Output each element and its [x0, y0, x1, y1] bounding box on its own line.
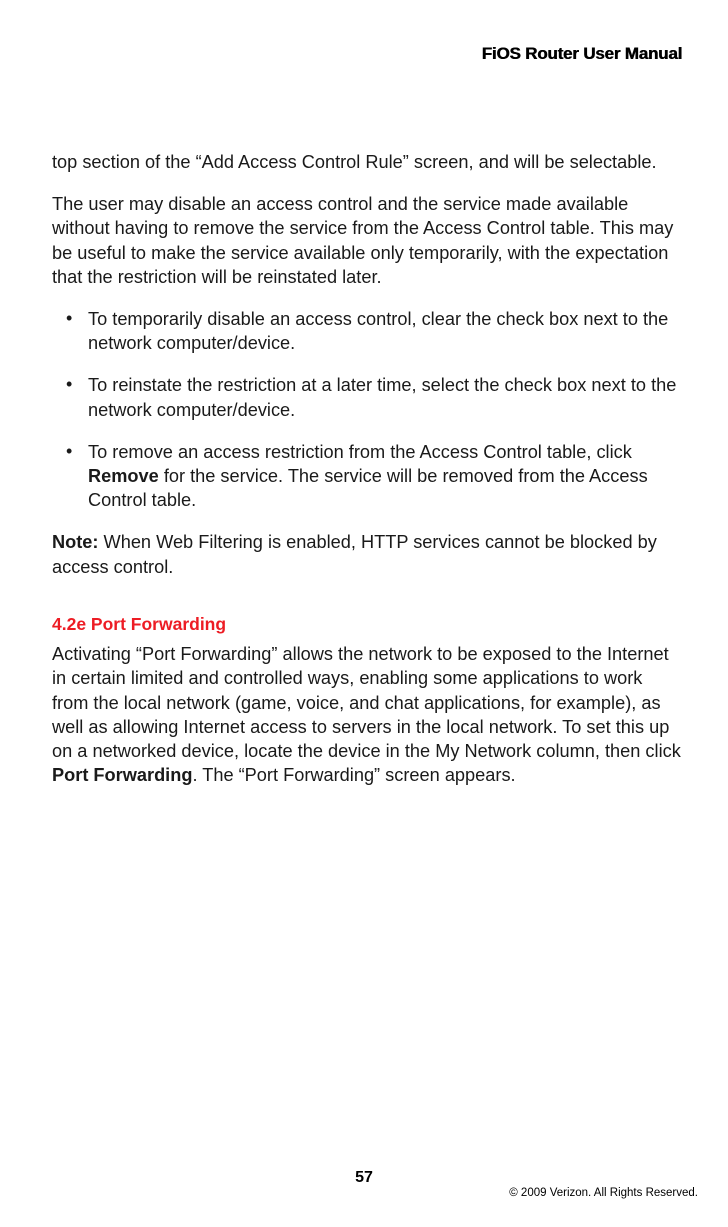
- continuation-paragraph: top section of the “Add Access Control R…: [52, 150, 682, 174]
- section-pre-text: Activating “Port Forwarding” allows the …: [52, 644, 681, 761]
- section-paragraph: Activating “Port Forwarding” allows the …: [52, 642, 682, 787]
- bullet-3-post-text: for the service. The service will be rem…: [88, 466, 648, 510]
- document-body: top section of the “Add Access Control R…: [52, 150, 682, 787]
- bullet-item-3: To remove an access restriction from the…: [52, 440, 682, 513]
- section-heading: 4.2e Port Forwarding: [52, 613, 682, 636]
- bullet-item-1: To temporarily disable an access control…: [52, 307, 682, 355]
- note-paragraph: Note: When Web Filtering is enabled, HTT…: [52, 530, 682, 578]
- bullet-3-pre-text: To remove an access restriction from the…: [88, 442, 632, 462]
- note-label: Note:: [52, 532, 98, 552]
- document-header-title: FiOS Router User Manual: [482, 44, 682, 64]
- note-text: When Web Filtering is enabled, HTTP serv…: [52, 532, 657, 576]
- bullet-3-bold-text: Remove: [88, 466, 159, 486]
- section-post-text: . The “Port Forwarding” screen appears.: [192, 765, 515, 785]
- intro-paragraph: The user may disable an access control a…: [52, 192, 682, 289]
- section-bold-text: Port Forwarding: [52, 765, 192, 785]
- copyright-text: © 2009 Verizon. All Rights Reserved.: [509, 1187, 698, 1199]
- page-number: 57: [0, 1169, 728, 1187]
- bullet-list: To temporarily disable an access control…: [52, 307, 682, 512]
- bullet-item-2: To reinstate the restriction at a later …: [52, 373, 682, 421]
